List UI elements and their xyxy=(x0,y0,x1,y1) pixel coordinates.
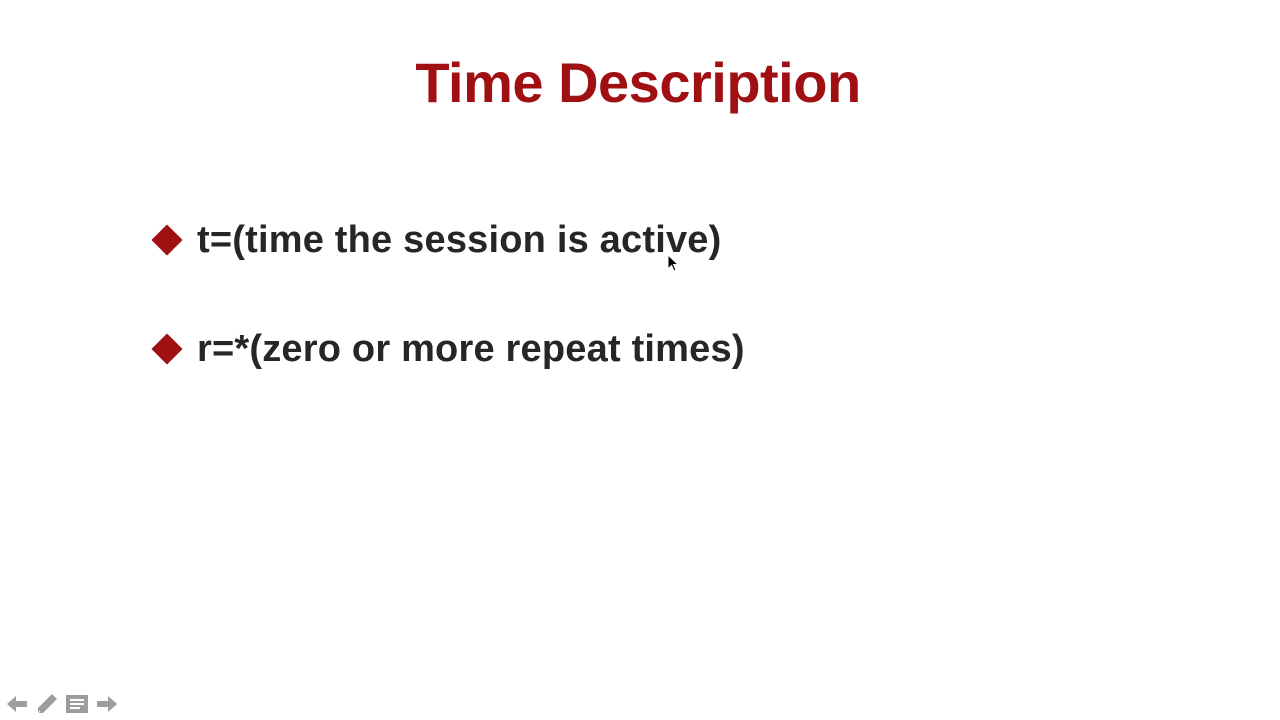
slide-menu-button[interactable] xyxy=(64,692,90,716)
slideshow-toolbar xyxy=(4,692,120,716)
diamond-icon xyxy=(150,332,184,366)
presentation-slide: Time Description t=(time the session is … xyxy=(0,0,1280,720)
bullet-item: t=(time the session is active) xyxy=(150,212,1150,268)
bullet-text: t=(time the session is active) xyxy=(197,218,722,261)
previous-slide-button[interactable] xyxy=(4,692,30,716)
pen-icon xyxy=(37,694,57,714)
diamond-icon xyxy=(150,223,184,257)
arrow-right-icon xyxy=(97,696,117,712)
bullet-item: r=*(zero or more repeat times) xyxy=(150,321,1150,377)
pen-tool-button[interactable] xyxy=(34,692,60,716)
next-slide-button[interactable] xyxy=(94,692,120,716)
bullet-text: r=*(zero or more repeat times) xyxy=(197,327,745,370)
bullet-list: t=(time the session is active) r=*(zero … xyxy=(150,212,1150,430)
mouse-pointer-icon xyxy=(667,253,680,272)
slide-menu-icon xyxy=(66,695,88,713)
arrow-left-icon xyxy=(7,696,27,712)
slide-title: Time Description xyxy=(415,51,861,114)
